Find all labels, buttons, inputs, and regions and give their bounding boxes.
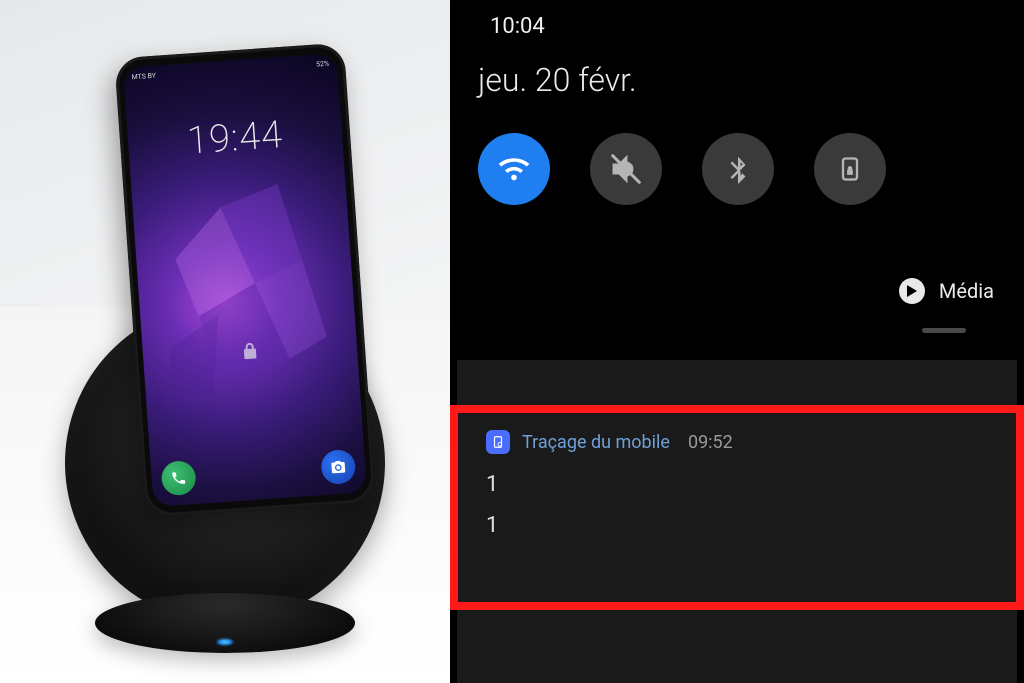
phone-icon [170, 470, 187, 487]
lock-icon [241, 341, 258, 364]
media-play-button[interactable] [899, 278, 925, 304]
media-control[interactable]: Média [899, 278, 994, 304]
notification-shade: 10:04 jeu. 20 févr. Média [450, 0, 1024, 683]
find-my-mobile-icon [486, 430, 510, 454]
play-icon [906, 285, 918, 297]
left-photo-panel: MTS BY 52% 19:44 [0, 0, 450, 683]
phone-lockscreen: MTS BY 52% 19:44 [123, 53, 367, 507]
mute-icon [610, 153, 642, 185]
camera-icon [330, 458, 347, 475]
smartphone: MTS BY 52% 19:44 [114, 43, 376, 518]
wifi-icon [497, 152, 531, 186]
battery-label: 52% [316, 60, 330, 69]
qs-rotation-lock-toggle[interactable] [814, 133, 886, 205]
qs-bluetooth-toggle[interactable] [702, 133, 774, 205]
notification-body: 1 [486, 513, 988, 538]
notification-card[interactable]: Traçage du mobile 09:52 1 1 [486, 430, 988, 538]
wallpaper-crystals [123, 53, 366, 495]
notification-header: Traçage du mobile 09:52 [486, 430, 988, 454]
shade-drag-handle[interactable] [922, 328, 966, 333]
bluetooth-icon [723, 154, 753, 184]
quick-settings-row [450, 99, 1024, 205]
carrier-label: MTS BY [131, 72, 156, 82]
status-bar-time: 10:04 [450, 0, 1024, 39]
shade-date: jeu. 20 févr. [450, 39, 1024, 99]
media-label: Média [939, 279, 994, 303]
qs-wifi-toggle[interactable] [478, 133, 550, 205]
notification-time: 09:52 [688, 432, 733, 453]
qs-mute-toggle[interactable] [590, 133, 662, 205]
notification-title: 1 [486, 472, 988, 497]
rotation-lock-icon [836, 155, 864, 183]
notification-app-name: Traçage du mobile [522, 432, 670, 453]
charger-led-indicator [216, 639, 234, 645]
